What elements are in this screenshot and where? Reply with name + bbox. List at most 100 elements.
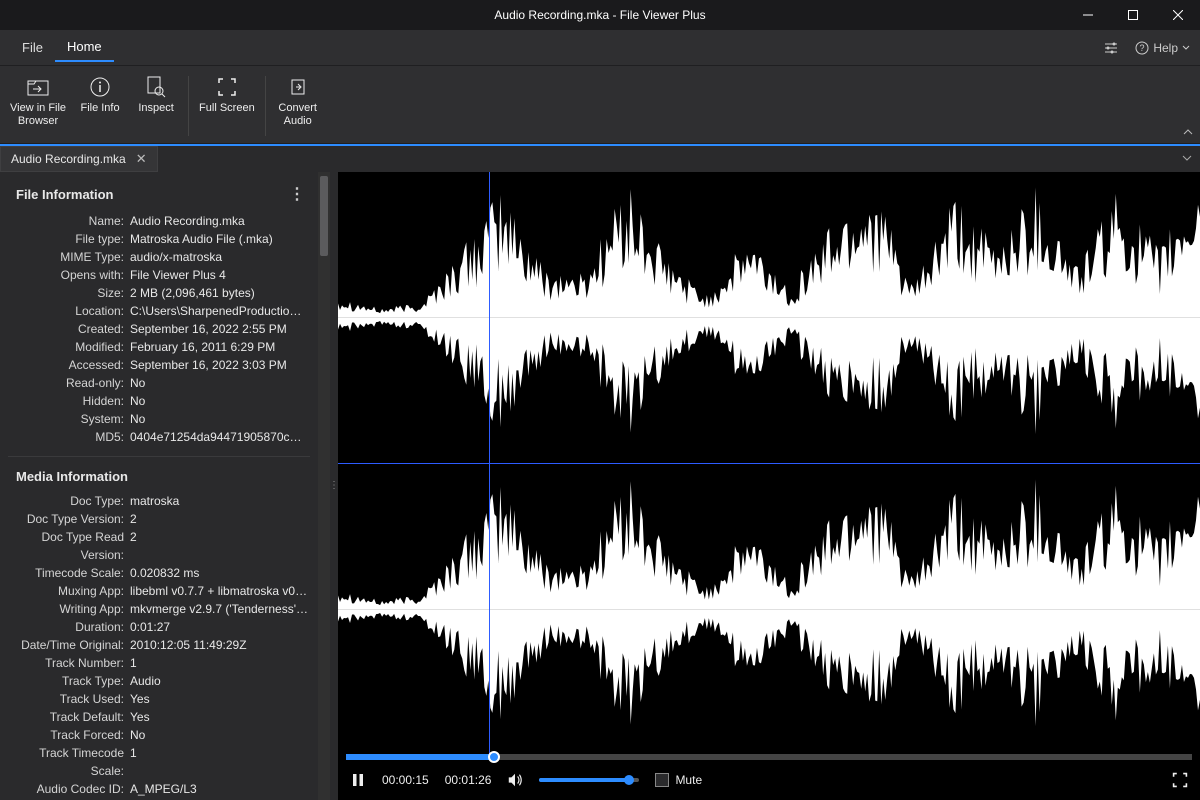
property-label: Name:	[10, 212, 130, 230]
property-value: No	[130, 410, 308, 428]
property-row: Hidden:No	[8, 392, 310, 410]
menu-home[interactable]: Home	[55, 33, 114, 62]
property-label: Modified:	[10, 338, 130, 356]
property-row: Track Used:Yes	[8, 690, 310, 708]
property-value: No	[130, 726, 308, 744]
ribbon: View in File Browser File Info Inspect F…	[0, 66, 1200, 144]
minimize-button[interactable]	[1065, 0, 1110, 30]
property-row: System:No	[8, 410, 310, 428]
fullscreen-button[interactable]	[1172, 772, 1188, 788]
property-label: System:	[10, 410, 130, 428]
property-row: MD5:0404e71254da94471905870c0dd7b0e3	[8, 428, 310, 446]
property-row: Created:September 16, 2022 2:55 PM	[8, 320, 310, 338]
player-controls: 00:00:15 00:01:26 Mute	[338, 760, 1200, 800]
mute-checkbox[interactable]: Mute	[655, 773, 702, 787]
menu-file[interactable]: File	[10, 34, 55, 61]
property-row: Modified:February 16, 2011 6:29 PM	[8, 338, 310, 356]
property-value: Matroska Audio File (.mka)	[130, 230, 308, 248]
property-value: audio/x-matroska	[130, 248, 308, 266]
tab-menu-button[interactable]	[1182, 152, 1192, 166]
property-label: Opens with:	[10, 266, 130, 284]
property-value: Audio Recording.mka	[130, 212, 308, 230]
splitter-handle[interactable]: ⋮	[330, 172, 338, 800]
property-label: Size:	[10, 284, 130, 302]
property-value: 2	[130, 510, 308, 528]
media-info-title: Media Information	[16, 469, 128, 484]
volume-icon[interactable]	[507, 772, 523, 788]
main-area: File Information ⋮ Name:Audio Recording.…	[0, 172, 1200, 800]
progress-fill	[346, 754, 494, 760]
property-label: Track Timecode Scale:	[10, 744, 130, 780]
sidebar: File Information ⋮ Name:Audio Recording.…	[0, 172, 330, 800]
volume-thumb[interactable]	[624, 775, 634, 785]
waveform-channel-left	[338, 172, 1200, 463]
property-value: No	[130, 374, 308, 392]
property-row: Location:C:\Users\SharpenedProductions\D…	[8, 302, 310, 320]
convert-audio-button[interactable]: Convert Audio	[270, 72, 326, 132]
collapse-ribbon-button[interactable]	[1182, 126, 1194, 141]
property-value: C:\Users\SharpenedProductions\Desktop\	[130, 302, 308, 320]
current-time: 00:00:15	[382, 773, 429, 787]
property-row: Date/Time Original:2010:12:05 11:49:29Z	[8, 636, 310, 654]
property-label: Location:	[10, 302, 130, 320]
file-tab[interactable]: Audio Recording.mka ✕	[0, 146, 158, 172]
property-row: Timecode Scale:0.020832 ms	[8, 564, 310, 582]
property-row: Duration:0:01:27	[8, 618, 310, 636]
property-row: Size:2 MB (2,096,461 bytes)	[8, 284, 310, 302]
progress-bar[interactable]	[346, 754, 1192, 760]
close-button[interactable]	[1155, 0, 1200, 30]
svg-text:?: ?	[1140, 43, 1145, 53]
property-value: 1	[130, 654, 308, 672]
media-info-header: Media Information	[8, 457, 310, 492]
sidebar-scrollbar[interactable]	[318, 172, 330, 800]
titlebar: Audio Recording.mka - File Viewer Plus	[0, 0, 1200, 30]
property-label: Timecode Scale:	[10, 564, 130, 582]
kebab-menu-icon[interactable]: ⋮	[289, 184, 306, 204]
close-tab-icon[interactable]: ✕	[136, 151, 147, 167]
property-value: libebml v0.7.7 + libmatroska v0.8.1	[130, 582, 308, 600]
property-row: Doc Type Version:2	[8, 510, 310, 528]
window-controls	[1065, 0, 1200, 30]
property-label: Doc Type Version:	[10, 510, 130, 528]
maximize-button[interactable]	[1110, 0, 1155, 30]
folder-arrow-icon	[27, 76, 49, 98]
property-value: A_MPEG/L3	[130, 780, 308, 798]
property-label: Track Type:	[10, 672, 130, 690]
convert-icon	[287, 76, 309, 98]
full-screen-button[interactable]: Full Screen	[193, 72, 261, 119]
progress-thumb[interactable]	[488, 751, 500, 763]
property-row: Track Forced:No	[8, 726, 310, 744]
scrollbar-thumb[interactable]	[320, 176, 328, 256]
property-value: Yes	[130, 690, 308, 708]
property-value: 0404e71254da94471905870c0dd7b0e3	[130, 428, 308, 446]
volume-slider[interactable]	[539, 778, 639, 782]
property-label: Track Default:	[10, 708, 130, 726]
property-value: September 16, 2022 3:03 PM	[130, 356, 308, 374]
help-button[interactable]: ? Help	[1135, 41, 1190, 55]
waveform-area[interactable]	[338, 172, 1200, 754]
property-label: Track Used:	[10, 690, 130, 708]
inspect-button[interactable]: Inspect	[128, 72, 184, 119]
property-label: Date/Time Original:	[10, 636, 130, 654]
property-row: Doc Type:matroska	[8, 492, 310, 510]
property-row: Writing App:mkvmerge v2.9.7 ('Tenderness…	[8, 600, 310, 618]
document-search-icon	[145, 76, 167, 98]
view-in-file-browser-button[interactable]: View in File Browser	[4, 72, 72, 132]
property-label: MD5:	[10, 428, 130, 446]
property-label: Read-only:	[10, 374, 130, 392]
property-label: Track Number:	[10, 654, 130, 672]
property-value: 2010:12:05 11:49:29Z	[130, 636, 308, 654]
property-label: Writing App:	[10, 600, 130, 618]
property-value: No	[130, 392, 308, 410]
property-label: Created:	[10, 320, 130, 338]
property-row: File type:Matroska Audio File (.mka)	[8, 230, 310, 248]
file-info-button[interactable]: File Info	[72, 72, 128, 119]
pause-button[interactable]	[350, 772, 366, 788]
property-value: mkvmerge v2.9.7 ('Tenderness') b...	[130, 600, 308, 618]
property-row: Track Timecode Scale:1	[8, 744, 310, 780]
property-value: File Viewer Plus 4	[130, 266, 308, 284]
settings-icon[interactable]	[1099, 36, 1123, 60]
ribbon-separator	[188, 76, 189, 136]
property-row: Track Number:1	[8, 654, 310, 672]
property-value: matroska	[130, 492, 308, 510]
